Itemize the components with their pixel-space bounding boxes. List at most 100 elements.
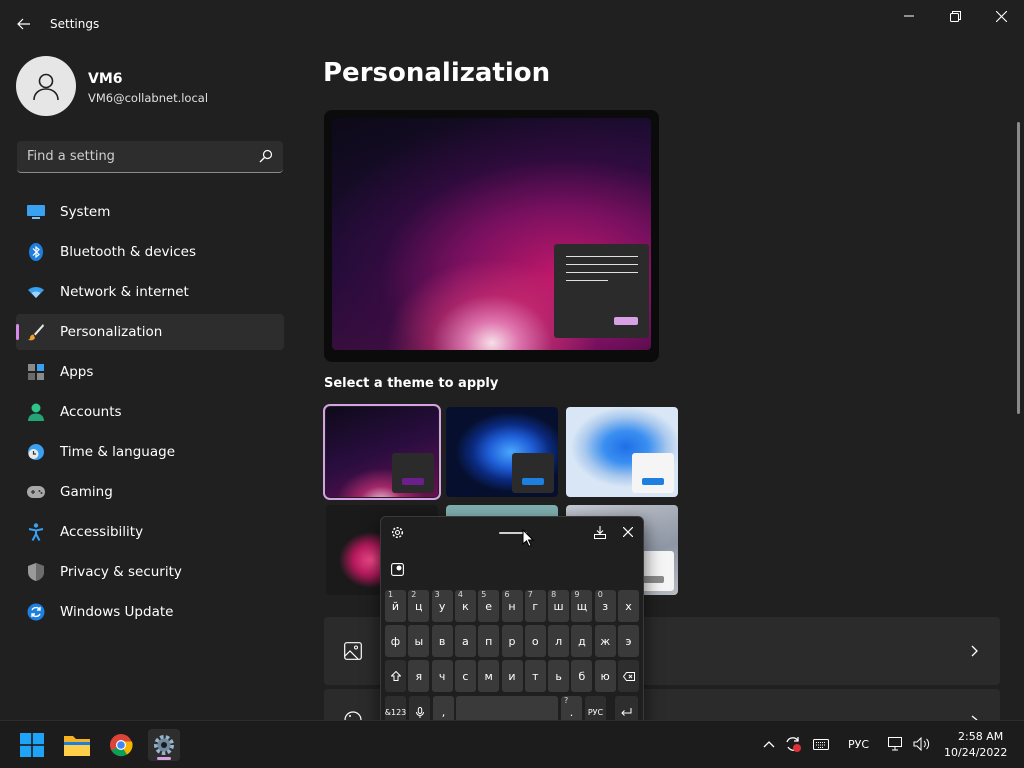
sidebar-item-time-language[interactable]: Time & language bbox=[16, 434, 284, 470]
clock-time[interactable]: 2:58 AM bbox=[958, 730, 1003, 743]
palette-icon bbox=[344, 711, 362, 720]
key[interactable]: д bbox=[571, 625, 593, 657]
key[interactable]: 0з bbox=[594, 590, 616, 622]
page-title: Personalization bbox=[323, 58, 551, 88]
minimize-button[interactable] bbox=[886, 0, 932, 32]
clock-date[interactable]: 10/24/2022 bbox=[944, 746, 1007, 759]
theme-thumbnail-bloom-light[interactable] bbox=[566, 407, 678, 497]
keyboard-icon[interactable] bbox=[813, 739, 829, 750]
sidebar-nav: System Bluetooth & devices Network & int… bbox=[16, 194, 284, 634]
settings-taskbar-button[interactable] bbox=[148, 729, 180, 761]
chrome-button[interactable] bbox=[105, 729, 137, 761]
scrollbar[interactable] bbox=[1017, 122, 1020, 414]
key[interactable]: ж bbox=[594, 625, 616, 657]
volume-icon[interactable] bbox=[913, 737, 930, 751]
user-email: VM6@collabnet.local bbox=[88, 91, 209, 105]
key[interactable]: п bbox=[478, 625, 500, 657]
emoji-clipboard-icon[interactable] bbox=[391, 563, 404, 576]
search-input[interactable] bbox=[17, 141, 247, 172]
sidebar-item-windows-update[interactable]: Windows Update bbox=[16, 594, 284, 630]
back-button[interactable] bbox=[10, 10, 38, 38]
restore-button[interactable] bbox=[932, 0, 978, 32]
key[interactable]: 4к bbox=[454, 590, 476, 622]
clock-globe-icon bbox=[26, 442, 46, 462]
sidebar-item-network[interactable]: Network & internet bbox=[16, 274, 284, 310]
key[interactable]: х bbox=[618, 590, 639, 622]
key[interactable]: ь bbox=[548, 660, 570, 692]
key[interactable]: о bbox=[524, 625, 546, 657]
sidebar-item-privacy[interactable]: Privacy & security bbox=[16, 554, 284, 590]
dock-icon[interactable] bbox=[594, 526, 606, 539]
key[interactable]: р bbox=[501, 625, 523, 657]
key[interactable]: б bbox=[571, 660, 593, 692]
shift-icon bbox=[390, 671, 401, 681]
sidebar-item-label: Windows Update bbox=[60, 604, 174, 620]
key[interactable]: в bbox=[431, 625, 453, 657]
sidebar-item-label: Bluetooth & devices bbox=[60, 244, 197, 260]
search-box bbox=[17, 141, 283, 173]
wallpaper-preview-image bbox=[332, 118, 651, 350]
sidebar-item-label: Accessibility bbox=[60, 524, 144, 540]
sidebar-item-bluetooth[interactable]: Bluetooth & devices bbox=[16, 234, 284, 270]
sidebar-item-label: Time & language bbox=[60, 444, 176, 460]
chevron-up-icon[interactable] bbox=[763, 740, 775, 748]
sidebar-item-accessibility[interactable]: Accessibility bbox=[16, 514, 284, 550]
key[interactable]: л bbox=[548, 625, 570, 657]
theme-preview bbox=[324, 110, 659, 362]
touch-keyboard: 1й2ц3у4к5е6н7г8ш9щ0зх фывапролджэ ячсмитьб… bbox=[380, 516, 644, 733]
theme-thumbnail-bloom-dark[interactable] bbox=[446, 407, 558, 497]
key[interactable]: ч bbox=[431, 660, 453, 692]
settings-gear-icon bbox=[154, 735, 174, 755]
sidebar-item-label: Network & internet bbox=[60, 284, 189, 300]
key[interactable]: 9щ bbox=[571, 590, 593, 622]
key[interactable]: ы bbox=[408, 625, 430, 657]
key[interactable]: а bbox=[454, 625, 476, 657]
enter-icon bbox=[621, 708, 632, 716]
key[interactable]: ф bbox=[385, 625, 406, 657]
sidebar-item-gaming[interactable]: Gaming bbox=[16, 474, 284, 510]
shift-key[interactable] bbox=[385, 660, 406, 692]
sidebar-item-label: Apps bbox=[60, 364, 94, 380]
key[interactable]: я bbox=[408, 660, 430, 692]
key[interactable]: 2ц bbox=[408, 590, 430, 622]
windows-logo-icon bbox=[20, 733, 44, 757]
wifi-icon bbox=[26, 282, 46, 302]
key[interactable]: 3у bbox=[431, 590, 453, 622]
key[interactable]: м bbox=[478, 660, 500, 692]
start-button[interactable] bbox=[16, 729, 48, 761]
sidebar-item-accounts[interactable]: Accounts bbox=[16, 394, 284, 430]
key[interactable]: э bbox=[618, 625, 639, 657]
sidebar-item-system[interactable]: System bbox=[16, 194, 284, 230]
key[interactable]: и bbox=[501, 660, 523, 692]
app-title: Settings bbox=[50, 17, 100, 31]
close-icon[interactable] bbox=[623, 527, 633, 537]
search-icon[interactable] bbox=[259, 149, 273, 163]
key[interactable]: 7г bbox=[524, 590, 546, 622]
apps-icon bbox=[26, 362, 46, 382]
chevron-right-icon bbox=[971, 645, 978, 657]
theme-thumbnail-glow-dark[interactable] bbox=[323, 404, 441, 500]
key[interactable]: т bbox=[524, 660, 546, 692]
sidebar-item-label: Privacy & security bbox=[60, 564, 182, 580]
sync-alert-icon[interactable] bbox=[785, 736, 801, 752]
gear-icon[interactable] bbox=[391, 526, 404, 539]
key[interactable]: 6н bbox=[501, 590, 523, 622]
key[interactable]: с bbox=[454, 660, 476, 692]
key[interactable]: 1й bbox=[385, 590, 406, 622]
user-name: VM6 bbox=[88, 71, 123, 87]
sidebar-item-personalization[interactable]: Personalization bbox=[16, 314, 284, 350]
key[interactable]: 5е bbox=[478, 590, 500, 622]
file-explorer-button[interactable] bbox=[61, 729, 93, 761]
key[interactable]: ю bbox=[594, 660, 616, 692]
monitor-icon bbox=[26, 202, 46, 222]
user-profile[interactable]: VM6 VM6@collabnet.local bbox=[16, 56, 296, 118]
backspace-key[interactable] bbox=[618, 660, 639, 692]
language-indicator[interactable]: РУС bbox=[848, 738, 869, 751]
sidebar-item-apps[interactable]: Apps bbox=[16, 354, 284, 390]
key[interactable]: 8ш bbox=[548, 590, 570, 622]
network-icon[interactable] bbox=[888, 737, 904, 752]
chrome-icon bbox=[110, 734, 133, 757]
gamepad-icon bbox=[26, 482, 46, 502]
close-button[interactable] bbox=[978, 0, 1024, 32]
person-placeholder-icon bbox=[33, 73, 59, 101]
